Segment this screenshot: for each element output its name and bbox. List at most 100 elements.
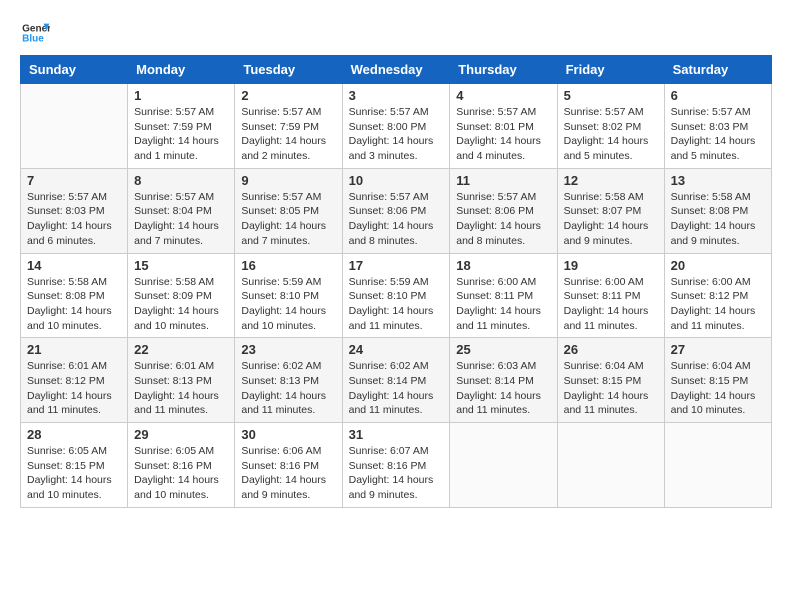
day-of-week-header: Friday	[557, 56, 664, 84]
day-number: 29	[134, 427, 228, 442]
day-number: 21	[27, 342, 121, 357]
day-number: 3	[349, 88, 444, 103]
page-header: General Blue	[20, 20, 772, 45]
day-info: Sunrise: 5:57 AM Sunset: 8:03 PM Dayligh…	[27, 190, 121, 249]
calendar-day-cell: 10 Sunrise: 5:57 AM Sunset: 8:06 PM Dayli…	[342, 168, 450, 253]
day-info: Sunrise: 5:57 AM Sunset: 7:59 PM Dayligh…	[241, 105, 335, 164]
calendar-day-cell: 3 Sunrise: 5:57 AM Sunset: 8:00 PM Daylig…	[342, 84, 450, 169]
day-number: 1	[134, 88, 228, 103]
logo-icon: General Blue	[20, 20, 50, 45]
svg-text:Blue: Blue	[22, 33, 44, 44]
day-number: 25	[456, 342, 550, 357]
day-info: Sunrise: 6:05 AM Sunset: 8:16 PM Dayligh…	[134, 444, 228, 503]
day-number: 23	[241, 342, 335, 357]
day-number: 8	[134, 173, 228, 188]
day-of-week-header: Monday	[128, 56, 235, 84]
calendar-day-cell: 2 Sunrise: 5:57 AM Sunset: 7:59 PM Daylig…	[235, 84, 342, 169]
day-number: 6	[671, 88, 765, 103]
calendar-day-cell: 13 Sunrise: 5:58 AM Sunset: 8:08 PM Dayli…	[664, 168, 771, 253]
calendar-day-cell: 11Sunrise: 5:57 AM Sunset: 8:06 PM Dayli…	[450, 168, 557, 253]
day-of-week-header: Saturday	[664, 56, 771, 84]
day-number: 26	[564, 342, 658, 357]
calendar-day-cell: 4Sunrise: 5:57 AM Sunset: 8:01 PM Daylig…	[450, 84, 557, 169]
calendar-table: SundayMondayTuesdayWednesdayThursdayFrid…	[20, 55, 772, 508]
calendar-day-cell: 25 Sunrise: 6:03 AM Sunset: 8:14 PM Dayli…	[450, 338, 557, 423]
day-info: Sunrise: 5:57 AM Sunset: 8:04 PM Dayligh…	[134, 190, 228, 249]
calendar-day-cell: 5 Sunrise: 5:57 AM Sunset: 8:02 PM Daylig…	[557, 84, 664, 169]
day-info: Sunrise: 6:04 AM Sunset: 8:15 PM Dayligh…	[564, 359, 658, 418]
calendar-day-cell: 18 Sunrise: 6:00 AM Sunset: 8:11 PM Dayli…	[450, 253, 557, 338]
calendar-week-row: 7 Sunrise: 5:57 AM Sunset: 8:03 PM Daylig…	[21, 168, 772, 253]
day-info: Sunrise: 5:57 AM Sunset: 8:06 PM Dayligh…	[456, 190, 550, 249]
day-number: 13	[671, 173, 765, 188]
day-info: Sunrise: 5:58 AM Sunset: 8:08 PM Dayligh…	[671, 190, 765, 249]
calendar-day-cell: 23 Sunrise: 6:02 AM Sunset: 8:13 PM Dayli…	[235, 338, 342, 423]
calendar-day-cell: 15Sunrise: 5:58 AM Sunset: 8:09 PM Dayli…	[128, 253, 235, 338]
calendar-week-row: 28Sunrise: 6:05 AM Sunset: 8:15 PM Dayli…	[21, 423, 772, 508]
calendar-day-cell: 12 Sunrise: 5:58 AM Sunset: 8:07 PM Dayli…	[557, 168, 664, 253]
calendar-day-cell: 1 Sunrise: 5:57 AM Sunset: 7:59 PM Daylig…	[128, 84, 235, 169]
day-info: Sunrise: 5:57 AM Sunset: 8:00 PM Dayligh…	[349, 105, 444, 164]
calendar-day-cell: 14Sunrise: 5:58 AM Sunset: 8:08 PM Dayli…	[21, 253, 128, 338]
day-info: Sunrise: 6:07 AM Sunset: 8:16 PM Dayligh…	[349, 444, 444, 503]
day-number: 9	[241, 173, 335, 188]
calendar-day-cell: 6 Sunrise: 5:57 AM Sunset: 8:03 PM Daylig…	[664, 84, 771, 169]
day-number: 7	[27, 173, 121, 188]
day-info: Sunrise: 5:58 AM Sunset: 8:07 PM Dayligh…	[564, 190, 658, 249]
day-number: 27	[671, 342, 765, 357]
day-number: 17	[349, 258, 444, 273]
logo: General Blue	[20, 20, 50, 45]
calendar-day-cell: 9 Sunrise: 5:57 AM Sunset: 8:05 PM Daylig…	[235, 168, 342, 253]
day-number: 28	[27, 427, 121, 442]
calendar-week-row: 1 Sunrise: 5:57 AM Sunset: 7:59 PM Daylig…	[21, 84, 772, 169]
calendar-week-row: 21 Sunrise: 6:01 AM Sunset: 8:12 PM Dayli…	[21, 338, 772, 423]
day-info: Sunrise: 5:57 AM Sunset: 8:06 PM Dayligh…	[349, 190, 444, 249]
day-number: 5	[564, 88, 658, 103]
calendar-day-cell: 30Sunrise: 6:06 AM Sunset: 8:16 PM Dayli…	[235, 423, 342, 508]
calendar-day-cell: 20Sunrise: 6:00 AM Sunset: 8:12 PM Dayli…	[664, 253, 771, 338]
day-number: 20	[671, 258, 765, 273]
day-info: Sunrise: 5:57 AM Sunset: 8:03 PM Dayligh…	[671, 105, 765, 164]
day-info: Sunrise: 5:57 AM Sunset: 7:59 PM Dayligh…	[134, 105, 228, 164]
day-info: Sunrise: 5:57 AM Sunset: 8:05 PM Dayligh…	[241, 190, 335, 249]
day-of-week-header: Thursday	[450, 56, 557, 84]
day-of-week-header: Tuesday	[235, 56, 342, 84]
calendar-day-cell: 31 Sunrise: 6:07 AM Sunset: 8:16 PM Dayli…	[342, 423, 450, 508]
day-info: Sunrise: 6:02 AM Sunset: 8:13 PM Dayligh…	[241, 359, 335, 418]
calendar-day-cell: 29 Sunrise: 6:05 AM Sunset: 8:16 PM Dayli…	[128, 423, 235, 508]
day-number: 31	[349, 427, 444, 442]
day-info: Sunrise: 6:04 AM Sunset: 8:15 PM Dayligh…	[671, 359, 765, 418]
day-info: Sunrise: 6:01 AM Sunset: 8:12 PM Dayligh…	[27, 359, 121, 418]
calendar-day-cell: 16Sunrise: 5:59 AM Sunset: 8:10 PM Dayli…	[235, 253, 342, 338]
calendar-day-cell	[21, 84, 128, 169]
calendar-day-cell: 27 Sunrise: 6:04 AM Sunset: 8:15 PM Dayli…	[664, 338, 771, 423]
calendar-day-cell	[557, 423, 664, 508]
day-info: Sunrise: 5:57 AM Sunset: 8:02 PM Dayligh…	[564, 105, 658, 164]
day-info: Sunrise: 5:58 AM Sunset: 8:08 PM Dayligh…	[27, 275, 121, 334]
day-number: 16	[241, 258, 335, 273]
calendar-day-cell: 8 Sunrise: 5:57 AM Sunset: 8:04 PM Daylig…	[128, 168, 235, 253]
day-info: Sunrise: 6:00 AM Sunset: 8:11 PM Dayligh…	[456, 275, 550, 334]
day-number: 10	[349, 173, 444, 188]
day-info: Sunrise: 6:01 AM Sunset: 8:13 PM Dayligh…	[134, 359, 228, 418]
calendar-day-cell	[664, 423, 771, 508]
calendar-day-cell: 7 Sunrise: 5:57 AM Sunset: 8:03 PM Daylig…	[21, 168, 128, 253]
calendar-day-cell: 21 Sunrise: 6:01 AM Sunset: 8:12 PM Dayli…	[21, 338, 128, 423]
day-number: 19	[564, 258, 658, 273]
day-number: 18	[456, 258, 550, 273]
calendar-day-cell	[450, 423, 557, 508]
day-number: 2	[241, 88, 335, 103]
calendar-day-cell: 24Sunrise: 6:02 AM Sunset: 8:14 PM Dayli…	[342, 338, 450, 423]
day-of-week-header: Sunday	[21, 56, 128, 84]
day-of-week-header: Wednesday	[342, 56, 450, 84]
day-number: 15	[134, 258, 228, 273]
calendar-day-cell: 26 Sunrise: 6:04 AM Sunset: 8:15 PM Dayli…	[557, 338, 664, 423]
calendar-day-cell: 22 Sunrise: 6:01 AM Sunset: 8:13 PM Dayli…	[128, 338, 235, 423]
day-number: 22	[134, 342, 228, 357]
day-info: Sunrise: 6:00 AM Sunset: 8:11 PM Dayligh…	[564, 275, 658, 334]
day-info: Sunrise: 6:02 AM Sunset: 8:14 PM Dayligh…	[349, 359, 444, 418]
day-info: Sunrise: 5:57 AM Sunset: 8:01 PM Dayligh…	[456, 105, 550, 164]
day-info: Sunrise: 6:03 AM Sunset: 8:14 PM Dayligh…	[456, 359, 550, 418]
day-number: 12	[564, 173, 658, 188]
calendar-day-cell: 17Sunrise: 5:59 AM Sunset: 8:10 PM Dayli…	[342, 253, 450, 338]
